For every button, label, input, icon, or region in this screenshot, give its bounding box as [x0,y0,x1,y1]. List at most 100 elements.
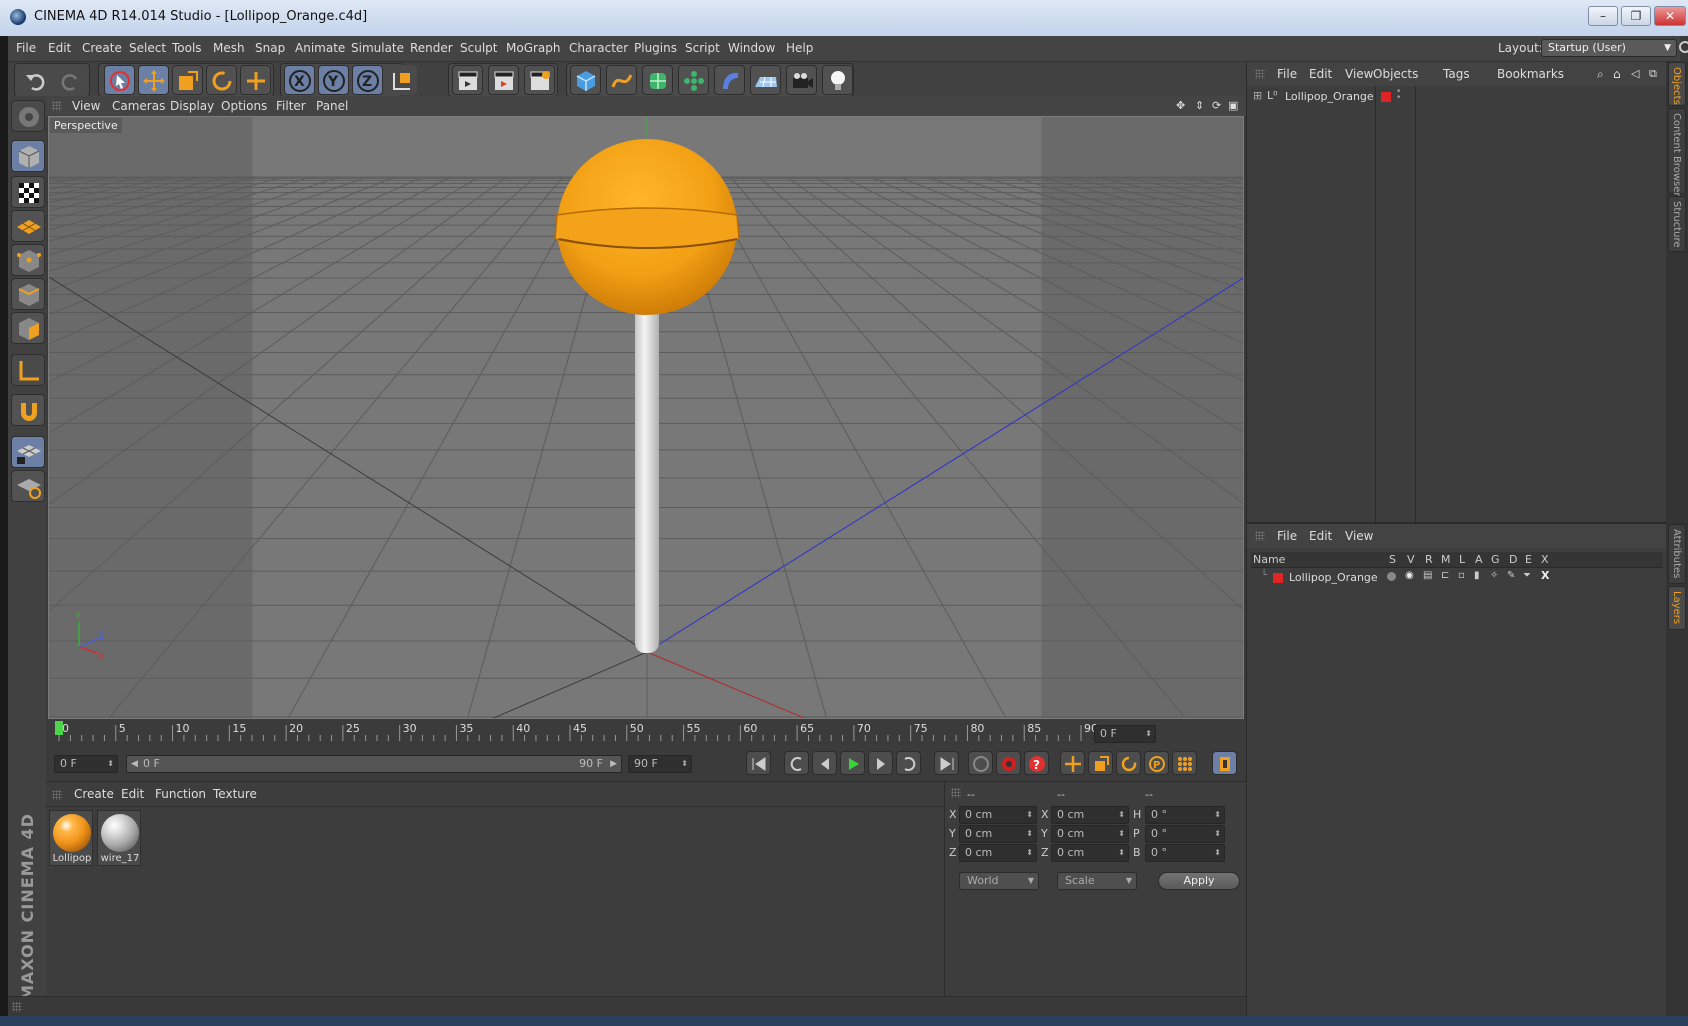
visibility-dots-icon[interactable]: • • [1396,88,1401,103]
lock-icon[interactable]: ▫ [1458,570,1465,581]
menu-mograph[interactable]: MoGraph [506,41,561,55]
layout-select[interactable]: Startup (User) ▼ [1541,39,1677,57]
go-to-end-button[interactable] [934,751,959,775]
snap-button[interactable] [11,394,45,426]
menu-animate[interactable]: Animate [295,41,345,55]
model-mode-button[interactable] [11,140,45,172]
points-mode-button[interactable] [11,244,45,276]
viewport-menu-view[interactable]: View [72,99,100,113]
viewport-rotate-icon[interactable]: ⟳ [1212,99,1221,112]
material-menu-function[interactable]: Function [155,787,206,801]
objmgr-menu-objects[interactable]: Objects [1373,67,1418,81]
objmgr-menu-bookmarks[interactable]: Bookmarks [1497,67,1564,81]
recent-tool-button[interactable] [240,65,271,95]
size-x-field[interactable]: 0 cm ⬍ [1051,806,1129,824]
coordinate-mode-dropdown[interactable]: World ▼ [959,872,1039,890]
size-mode-dropdown[interactable]: Scale ▼ [1057,872,1137,890]
y-axis-lock-button[interactable]: Y [318,65,349,95]
menu-edit[interactable]: Edit [48,41,71,55]
material-swatch-lollipop[interactable]: Lollipop [49,810,93,866]
solo-toggle[interactable] [1387,572,1396,581]
material-menu-edit[interactable]: Edit [121,787,144,801]
spline-pen-button[interactable] [606,65,637,95]
polygons-mode-button[interactable] [11,312,45,344]
material-swatch-wire17[interactable]: wire_17 [97,810,141,866]
object-row-lollipop-orange[interactable]: ⊞ L⁰ Lollipop_Orange • • [1251,88,1661,106]
back-icon[interactable]: ◁ [1631,67,1639,80]
render-settings-button[interactable] [524,65,555,95]
viewport-menu-cameras[interactable]: Cameras [112,99,165,113]
live-selection-button[interactable] [104,65,135,95]
planar-workplane-button[interactable] [11,470,45,502]
tab-attributes[interactable]: Attributes [1668,524,1686,584]
next-frame-button[interactable] [868,751,893,775]
tab-layers[interactable]: Layers [1668,586,1686,630]
camera-button[interactable] [786,65,817,95]
floor-button[interactable] [750,65,781,95]
x-axis-lock-button[interactable]: X [284,65,315,95]
start-frame-field[interactable]: 0 F ⬍ [54,755,118,773]
render-view-button[interactable] [452,65,483,95]
restore-button[interactable]: ❐ [1621,6,1651,26]
timeline-ruler[interactable]: 0 5 10 15 20 25 30 35 40 45 50 55 60 65 70 75 80 85 90 [46,719,1246,749]
menu-sculpt[interactable]: Sculpt [460,41,497,55]
menu-file[interactable]: File [16,41,36,55]
move-tool-button[interactable] [138,65,169,95]
layermgr-menu-file[interactable]: File [1277,529,1297,543]
key-position-button[interactable] [1060,751,1085,775]
viewport-menu-display[interactable]: Display [170,99,214,113]
subdivision-surface-button[interactable] [642,65,673,95]
key-rotation-button[interactable] [1116,751,1141,775]
objmgr-menu-tags[interactable]: Tags [1443,67,1470,81]
viewport-menu-options[interactable]: Options [221,99,267,113]
search-icon[interactable]: ⌕ [1597,67,1604,82]
menu-help[interactable]: Help [786,41,813,55]
menu-render[interactable]: Render [410,41,453,55]
menu-character[interactable]: Character [569,41,628,55]
objmgr-menu-file[interactable]: File [1277,67,1297,81]
record-active-button[interactable] [968,751,993,775]
coordinate-system-button[interactable] [386,65,417,95]
object-name[interactable]: Lollipop_Orange [1285,90,1374,103]
autokey-button[interactable] [996,751,1021,775]
key-scale-button[interactable] [1088,751,1113,775]
position-y-field[interactable]: 0 cm ⬍ [959,825,1037,843]
previous-key-button[interactable] [784,751,809,775]
menu-script[interactable]: Script [685,41,720,55]
expand-plus-icon[interactable]: ⊞ [1253,89,1262,102]
deformer-button[interactable] [714,65,745,95]
end-frame-field[interactable]: 90 F ⬍ [628,755,692,773]
apply-button[interactable]: Apply [1158,872,1240,890]
manager-tree-icon[interactable]: ⊏ [1441,570,1449,581]
search-icon[interactable] [1679,41,1688,53]
tab-objects[interactable]: Objects [1668,62,1686,106]
menu-simulate[interactable]: Simulate [351,41,404,55]
play-button[interactable] [840,751,865,775]
rotation-h-field[interactable]: 0 ° ⬍ [1145,806,1225,824]
layer-row-lollipop-orange[interactable]: └ Lollipop_Orange ◉ ▤ ⊏ ▫ ▮ ✧ ✎ ⏷ X [1251,569,1663,587]
size-y-field[interactable]: 0 cm ⬍ [1051,825,1129,843]
go-to-start-button[interactable] [746,751,771,775]
tab-content-browser[interactable]: Content Browser [1668,108,1686,196]
previous-frame-button[interactable] [812,751,837,775]
layer-color-swatch[interactable] [1273,573,1283,583]
menu-plugins[interactable]: Plugins [634,41,677,55]
material-menu-create[interactable]: Create [74,787,114,801]
objmgr-menu-edit[interactable]: Edit [1309,67,1332,81]
minimize-button[interactable]: – [1588,6,1618,26]
viewport-maximize-icon[interactable]: ▣ [1228,99,1238,112]
position-x-field[interactable]: 0 cm ⬍ [959,806,1037,824]
layermgr-menu-view[interactable]: View [1345,529,1373,543]
timeline-window-button[interactable] [1212,751,1237,775]
visible-eye-icon[interactable]: ◉ [1405,570,1414,581]
menu-tools[interactable]: Tools [172,41,202,55]
axis-mode-button[interactable] [11,354,45,386]
render-film-icon[interactable]: ▤ [1423,570,1432,581]
viewport-zoom-icon[interactable]: ⇕ [1195,99,1204,112]
layer-color-swatch[interactable] [1381,92,1391,102]
menu-snap[interactable]: Snap [255,41,285,55]
tab-structure[interactable]: Structure [1668,196,1686,252]
home-icon[interactable]: ⌂ [1613,67,1621,81]
new-window-icon[interactable]: ⧉ [1649,67,1657,81]
z-axis-lock-button[interactable]: Z [352,65,383,95]
